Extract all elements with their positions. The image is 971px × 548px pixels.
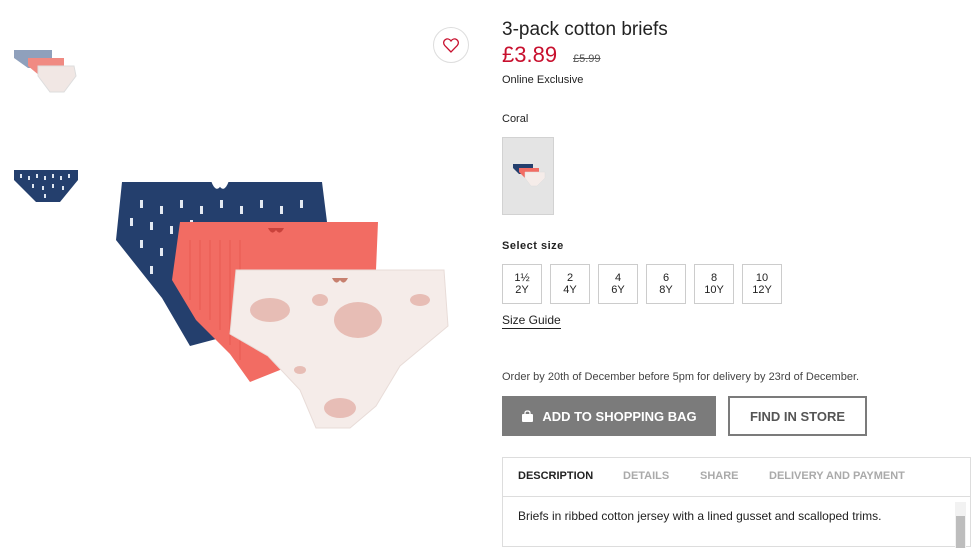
online-exclusive-badge: Online Exclusive	[502, 74, 584, 86]
tab-details[interactable]: DETAILS	[623, 470, 669, 482]
size-age: 1½	[514, 272, 530, 284]
add-to-bag-label: ADD TO SHOPPING BAG	[542, 408, 697, 424]
add-to-bag-button[interactable]: ADD TO SHOPPING BAG	[502, 396, 716, 436]
size-option-8y[interactable]: 6 8Y	[646, 264, 686, 304]
size-year: 2Y	[515, 284, 529, 296]
size-age: 2	[566, 272, 574, 284]
size-option-4y[interactable]: 2 4Y	[550, 264, 590, 304]
delivery-note: Order by 20th of December before 5pm for…	[502, 371, 860, 383]
color-name: Coral	[502, 113, 529, 125]
scrollbar-thumb[interactable]	[956, 516, 965, 548]
size-year: 8Y	[659, 284, 673, 296]
product-title: 3-pack cotton briefs	[502, 19, 668, 40]
size-option-6y[interactable]: 4 6Y	[598, 264, 638, 304]
product-image	[100, 170, 470, 440]
size-year: 4Y	[563, 284, 577, 296]
product-price: £3.89	[502, 42, 558, 67]
thumbnail-navy[interactable]	[8, 162, 86, 224]
product-description: Briefs in ribbed cotton jersey with a li…	[518, 509, 882, 523]
select-size-label: Select size	[502, 240, 564, 252]
info-tabs: DESCRIPTION DETAILS SHARE DELIVERY AND P…	[503, 458, 970, 497]
favourite-button[interactable]	[433, 27, 469, 63]
size-age: 6	[662, 272, 670, 284]
find-in-store-button[interactable]: FIND IN STORE	[728, 396, 867, 436]
size-age: 4	[614, 272, 622, 284]
size-year: 10Y	[704, 284, 724, 296]
size-option-10y[interactable]: 8 10Y	[694, 264, 734, 304]
thumbnail-3pack[interactable]	[8, 40, 86, 102]
scrollbar[interactable]	[955, 502, 966, 548]
tab-delivery-payment[interactable]: DELIVERY AND PAYMENT	[769, 470, 905, 482]
size-option-12y[interactable]: 10 12Y	[742, 264, 782, 304]
size-option-2y[interactable]: 1½ 2Y	[502, 264, 542, 304]
product-info-panel: DESCRIPTION DETAILS SHARE DELIVERY AND P…	[502, 457, 971, 548]
color-swatch-coral[interactable]	[502, 137, 554, 215]
size-year: 6Y	[611, 284, 625, 296]
size-age: 8	[710, 272, 718, 284]
heart-icon	[443, 37, 459, 53]
tab-description[interactable]: DESCRIPTION	[518, 470, 593, 482]
size-guide-link[interactable]: Size Guide	[502, 313, 561, 329]
size-year: 12Y	[752, 284, 772, 296]
tab-share[interactable]: SHARE	[700, 470, 739, 482]
original-price: £5.99	[573, 53, 601, 65]
size-age: 10	[755, 272, 769, 284]
size-options: 1½ 2Y 2 4Y 4 6Y 6 8Y 8 10Y 10 12Y	[502, 264, 782, 304]
shopping-bag-icon	[522, 409, 534, 422]
